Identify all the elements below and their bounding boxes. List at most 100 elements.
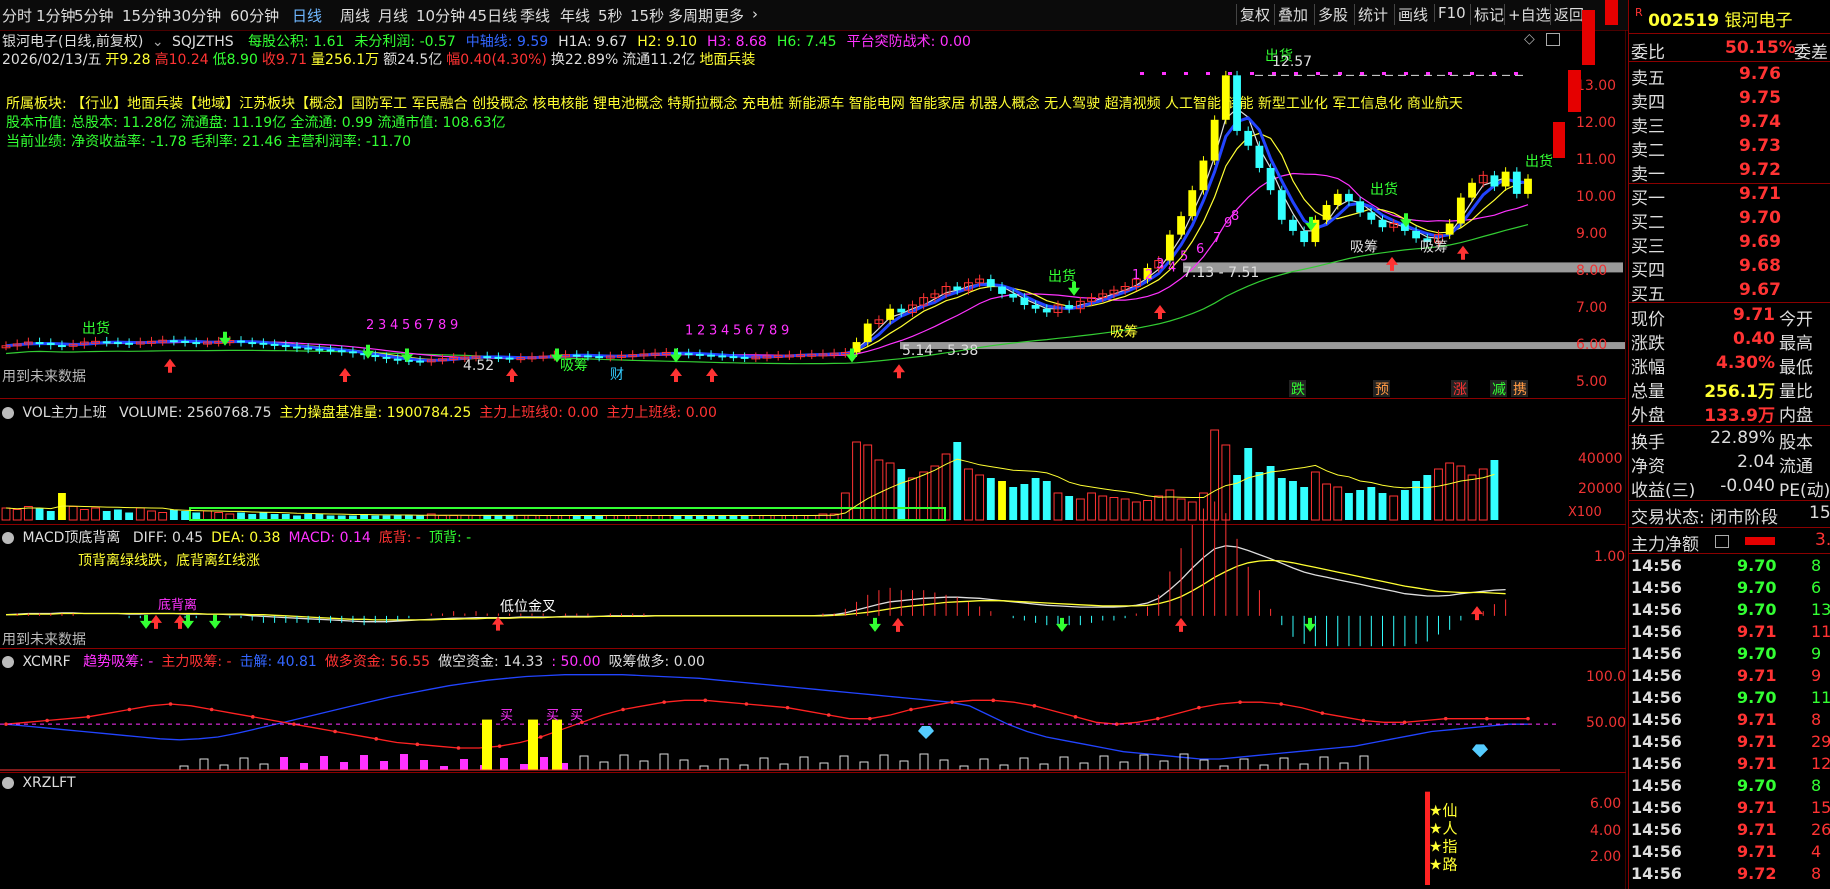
more-chevron-icon[interactable]: › xyxy=(752,5,758,23)
stat-right-label: 最高 xyxy=(1779,334,1813,354)
ask-price[interactable]: 9.75 xyxy=(1739,88,1781,108)
volume-bar xyxy=(158,512,168,521)
share-right-label: PE(动) xyxy=(1779,481,1830,501)
volume-bar xyxy=(1031,478,1040,520)
stock-header[interactable]: R 002519 银河电子 xyxy=(1635,6,1792,31)
bid-price[interactable]: 9.69 xyxy=(1739,232,1781,252)
tick-volume: 8 xyxy=(1811,710,1822,729)
tick-volume: 26 xyxy=(1811,820,1830,839)
tool-button-6[interactable]: 标记 xyxy=(1470,4,1507,25)
period-tab-11[interactable]: 季线 xyxy=(520,5,550,26)
trade-status: 交易状态: 闭市阶段 xyxy=(1631,508,1779,528)
candle-body xyxy=(35,342,44,345)
xcmrf-bar xyxy=(500,758,508,770)
xcmrf-bar xyxy=(659,753,669,771)
tool-button-5[interactable]: F10 xyxy=(1434,4,1469,22)
period-tab-0[interactable]: 分时 xyxy=(2,5,32,26)
count-label: 5 xyxy=(1180,250,1188,265)
macd-buy-arrow xyxy=(1175,617,1187,632)
volume-bar xyxy=(1445,462,1455,521)
xcmrf-bar xyxy=(859,761,869,771)
signal-dot xyxy=(1492,72,1496,75)
candle-body xyxy=(695,353,704,356)
xcmrf-dot xyxy=(45,718,49,723)
candle-body xyxy=(1289,219,1297,231)
y-axis-label: 13.00 xyxy=(1576,77,1617,94)
xcmrf-bar xyxy=(420,760,428,770)
period-tab-7[interactable]: 周线 xyxy=(340,5,370,26)
xrzlft-star-label: ★路 xyxy=(1429,856,1457,874)
candle-body xyxy=(293,346,301,349)
bid-price[interactable]: 9.68 xyxy=(1739,256,1781,276)
xcmrf-bar xyxy=(1239,758,1249,771)
count-label: 1 xyxy=(1132,268,1140,283)
ask-price[interactable]: 9.76 xyxy=(1739,64,1781,84)
period-tab-14[interactable]: 15秒 xyxy=(630,5,664,26)
period-tab-6[interactable]: 日线 xyxy=(292,5,322,26)
tool-button-3[interactable]: 统计 xyxy=(1354,4,1391,25)
xcmrf-dot xyxy=(1073,715,1078,719)
bid-price[interactable]: 9.71 xyxy=(1739,184,1781,204)
period-tab-13[interactable]: 5秒 xyxy=(598,5,623,26)
menu-icon[interactable] xyxy=(1715,535,1729,548)
xcmrf-bar xyxy=(1119,761,1129,771)
tool-button-2[interactable]: 多股 xyxy=(1314,4,1351,25)
period-tab-4[interactable]: 30分钟 xyxy=(172,5,221,26)
period-tab-8[interactable]: 月线 xyxy=(378,5,408,26)
period-tab-15[interactable]: 多周期 xyxy=(668,5,713,26)
xcmrf-bar xyxy=(1259,764,1269,771)
period-tab-16[interactable]: 更多 xyxy=(714,5,744,26)
count-label: 7 xyxy=(426,318,434,333)
volume-bar xyxy=(203,510,212,521)
xcmrf-dot xyxy=(415,742,420,747)
macd-sell-arrow xyxy=(140,614,152,629)
tool-button-1[interactable]: 叠加 xyxy=(1274,4,1311,25)
period-tab-9[interactable]: 10分钟 xyxy=(416,5,465,26)
signal-dot xyxy=(1404,72,1408,75)
period-tab-1[interactable]: 1分钟 xyxy=(36,5,76,26)
period-tab-12[interactable]: 年线 xyxy=(560,5,590,26)
stat-right-label: 量比 xyxy=(1779,382,1813,402)
candle-body xyxy=(1255,145,1264,168)
sell-arrow xyxy=(670,348,682,363)
tool-button-0[interactable]: 复权 xyxy=(1236,4,1273,25)
diamond-icon xyxy=(1472,744,1488,758)
tool-button-7[interactable]: +自选 xyxy=(1504,4,1554,25)
macd-label: 底背离 xyxy=(158,597,197,613)
xcmrf-dot xyxy=(1485,716,1489,721)
signal-dot xyxy=(1272,72,1276,75)
bid-price[interactable]: 9.70 xyxy=(1739,208,1781,228)
volume-bar xyxy=(1300,487,1309,520)
chart-annotation: 7.13 - 7.51 xyxy=(1183,265,1259,281)
xcmrf-bar xyxy=(1279,757,1289,771)
volume-bar xyxy=(986,478,995,520)
volume-bar xyxy=(1310,471,1320,521)
buy-arrow xyxy=(1154,305,1166,320)
count-label: 6 xyxy=(1196,242,1204,257)
volume-bar xyxy=(91,507,100,521)
volume-bar xyxy=(1277,478,1286,520)
tick-price: 9.71 xyxy=(1737,622,1777,641)
xcmrf-yellow-bar xyxy=(552,719,562,770)
xrzlft-star-label: ★人 xyxy=(1429,820,1457,838)
chart-annotation: 财 xyxy=(610,367,624,383)
ask-price[interactable]: 9.74 xyxy=(1739,112,1781,132)
volume-bar xyxy=(12,509,22,521)
candle-body xyxy=(1501,171,1510,187)
tick-time: 14:56 xyxy=(1631,688,1682,707)
period-tab-5[interactable]: 60分钟 xyxy=(230,5,279,26)
stat-label: 涨跌 xyxy=(1631,334,1665,354)
period-tab-10[interactable]: 45日线 xyxy=(468,5,517,26)
volume-bar xyxy=(1087,492,1096,521)
period-tab-2[interactable]: 5分钟 xyxy=(74,5,114,26)
period-tab-3[interactable]: 15分钟 xyxy=(122,5,171,26)
tool-button-4[interactable]: 画线 xyxy=(1394,4,1431,25)
ask-price[interactable]: 9.72 xyxy=(1739,160,1781,180)
bid-price[interactable]: 9.67 xyxy=(1739,280,1781,300)
volume-bar xyxy=(169,509,178,520)
xcmrf-bar xyxy=(679,759,689,771)
chart-canvas[interactable]: 出货出货出货出货出货吸筹吸筹吸筹 吸筹4.525.14 - 5.387.13 - … xyxy=(0,30,1626,889)
ask-price[interactable]: 9.73 xyxy=(1739,136,1781,156)
volume-bar xyxy=(147,510,156,521)
signal-dot xyxy=(1140,72,1144,75)
